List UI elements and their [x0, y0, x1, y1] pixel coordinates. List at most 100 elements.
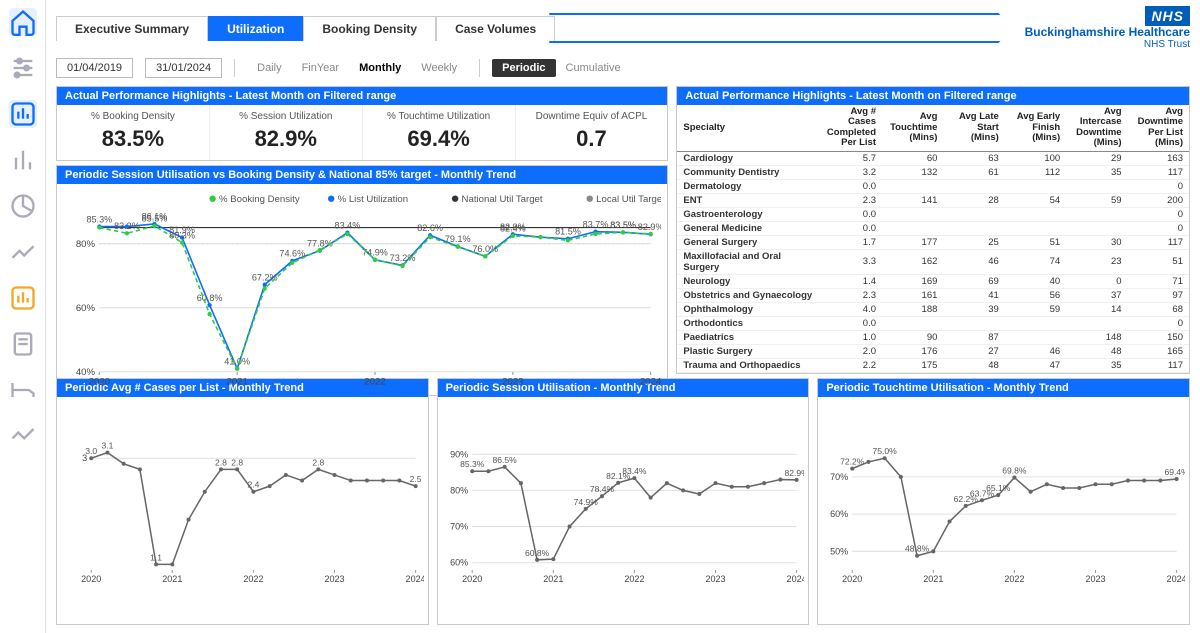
svg-text:82.9%: 82.9%: [784, 468, 804, 478]
svg-text:75.0%: 75.0%: [873, 446, 898, 456]
mode-periodic[interactable]: Periodic: [492, 59, 555, 77]
svg-text:2.8: 2.8: [231, 457, 243, 467]
table-row[interactable]: Gastroenterology0.00: [677, 207, 1189, 221]
svg-text:% Booking Density: % Booking Density: [219, 194, 300, 205]
tab-bar: Executive SummaryUtilizationBooking Dens…: [56, 6, 1190, 50]
col-header[interactable]: Avg Downtime Per List (Mins): [1128, 105, 1189, 151]
svg-text:2021: 2021: [226, 377, 247, 388]
home-icon[interactable]: [9, 8, 37, 36]
report-icon[interactable]: [9, 330, 37, 358]
svg-text:60.8%: 60.8%: [525, 548, 550, 558]
svg-text:2021: 2021: [924, 574, 944, 584]
filters-icon[interactable]: [9, 54, 37, 82]
svg-text:74.6%: 74.6%: [279, 249, 305, 259]
svg-text:60%: 60%: [76, 303, 96, 314]
svg-text:2020: 2020: [462, 574, 482, 584]
mode-cumulative[interactable]: Cumulative: [556, 59, 631, 77]
table-row[interactable]: Obstetrics and Gynaecology2.316141563797: [677, 288, 1189, 302]
chart-cases[interactable]: 3202020212022202320243.03.11.12.82.82.42…: [61, 399, 424, 622]
granularity-daily[interactable]: Daily: [247, 59, 291, 77]
table-row[interactable]: General Surgery1.7177255130117: [677, 235, 1189, 249]
chart-touch-title: Periodic Touchtime Utilisation - Monthly…: [818, 379, 1189, 397]
svg-text:80%: 80%: [450, 485, 468, 495]
table-row[interactable]: Urology2.5137455156166: [677, 372, 1189, 373]
svg-text:86.5%: 86.5%: [492, 455, 517, 465]
trend-icon[interactable]: [9, 422, 37, 450]
svg-text:80.3%: 80.3%: [169, 230, 195, 240]
chart-session[interactable]: 60%70%80%90%2020202120222023202485.3%86.…: [442, 399, 805, 622]
col-header[interactable]: Specialty: [677, 105, 820, 151]
table-row[interactable]: Ophthalmology4.018839591468: [677, 302, 1189, 316]
granularity-finyear[interactable]: FinYear: [292, 59, 350, 77]
col-header[interactable]: Avg Early Finish (Mins): [1005, 105, 1066, 151]
bar-chart-icon[interactable]: [9, 146, 37, 174]
brand-trust: NHS Trust: [1144, 39, 1190, 50]
col-header[interactable]: Avg Late Start (Mins): [943, 105, 1004, 151]
nhs-logo: NHS: [1145, 6, 1190, 26]
line-chart-icon[interactable]: [9, 238, 37, 266]
svg-text:1.1: 1.1: [150, 552, 162, 562]
table-row[interactable]: Dermatology0.00: [677, 179, 1189, 193]
date-from[interactable]: 01/04/2019: [56, 58, 133, 78]
specialty-table[interactable]: SpecialtyAvg # Cases Completed Per ListA…: [677, 105, 1189, 373]
svg-text:2023: 2023: [1086, 574, 1106, 584]
brand-block: NHS Buckinghamshire Healthcare NHS Trust: [1013, 6, 1190, 50]
svg-text:83.2%: 83.2%: [114, 221, 140, 231]
svg-text:74.9%: 74.9%: [362, 248, 388, 258]
table-row[interactable]: ENT2.3141285459200: [677, 193, 1189, 207]
svg-text:81.5%: 81.5%: [555, 226, 581, 236]
table-row[interactable]: Maxillofacial and Oral Surgery3.31624674…: [677, 249, 1189, 274]
tab-case-volumes[interactable]: Case Volumes: [436, 16, 555, 41]
pie-chart-icon[interactable]: [9, 192, 37, 220]
table-row[interactable]: Paediatrics1.09087148150: [677, 330, 1189, 344]
svg-text:2020: 2020: [89, 377, 110, 388]
svg-text:78.4%: 78.4%: [590, 484, 615, 494]
table-row[interactable]: Cardiology5.7606310029163: [677, 151, 1189, 165]
bed-icon[interactable]: [9, 376, 37, 404]
table-row[interactable]: Neurology1.41696940071: [677, 274, 1189, 288]
svg-text:2022: 2022: [243, 574, 263, 584]
chart-cases-card: Periodic Avg # Cases per List - Monthly …: [56, 378, 429, 625]
svg-text:82.4%: 82.4%: [500, 224, 526, 234]
col-header[interactable]: Avg Intercase Downtime (Mins): [1066, 105, 1127, 151]
svg-text:Local Util Target: Local Util Target: [596, 194, 661, 205]
chart-session-card: Periodic Session Utilisation - Monthly T…: [437, 378, 810, 625]
svg-text:2024: 2024: [1167, 574, 1185, 584]
table-row[interactable]: Community Dentistry3.21326111235117: [677, 165, 1189, 179]
svg-text:65.1%: 65.1%: [986, 483, 1011, 493]
svg-text:2022: 2022: [1005, 574, 1025, 584]
svg-text:2.4: 2.4: [247, 480, 259, 490]
filter-bar: 01/04/2019 31/01/2024 DailyFinYearMonthl…: [56, 54, 1190, 82]
kpi-card: Actual Performance Highlights - Latest M…: [56, 86, 668, 161]
svg-text:50%: 50%: [830, 546, 848, 556]
table-row[interactable]: Plastic Surgery2.0176274648165: [677, 344, 1189, 358]
main-chart-title: Periodic Session Utilisation vs Booking …: [57, 166, 667, 184]
kpi--touchtime-utilization: % Touchtime Utilization69.4%: [363, 105, 516, 160]
main-content: Executive SummaryUtilizationBooking Dens…: [46, 0, 1200, 633]
svg-text:85.5%: 85.5%: [142, 214, 168, 224]
svg-text:48.8%: 48.8%: [905, 544, 930, 554]
tab-booking-density[interactable]: Booking Density: [303, 16, 436, 41]
table-row[interactable]: Trauma and Orthopaedics2.2175484735117: [677, 358, 1189, 372]
tab-utilization[interactable]: Utilization: [208, 16, 303, 41]
col-header[interactable]: Avg Touchtime (Mins): [882, 105, 943, 151]
svg-text:79.1%: 79.1%: [445, 234, 471, 244]
granularity-weekly[interactable]: Weekly: [411, 59, 467, 77]
date-to[interactable]: 31/01/2024: [145, 58, 222, 78]
chart-touch[interactable]: 50%60%70%2020202120222023202472.2%75.0%4…: [822, 399, 1185, 622]
granularity-monthly[interactable]: Monthly: [349, 59, 411, 77]
table-row[interactable]: Orthodontics0.00: [677, 316, 1189, 330]
kpi-card-title: Actual Performance Highlights - Latest M…: [57, 87, 667, 105]
svg-text:2023: 2023: [705, 574, 725, 584]
kpi--session-utilization: % Session Utilization82.9%: [210, 105, 363, 160]
svg-text:2021: 2021: [162, 574, 182, 584]
dashboard-icon[interactable]: [9, 100, 37, 128]
svg-text:73.2%: 73.2%: [390, 253, 416, 263]
svg-text:77.8%: 77.8%: [307, 238, 333, 248]
col-header[interactable]: Avg # Cases Completed Per List: [821, 105, 882, 151]
table-row[interactable]: General Medicine0.00: [677, 221, 1189, 235]
svg-text:3.1: 3.1: [101, 441, 113, 451]
utilization-icon[interactable]: [9, 284, 37, 312]
main-chart[interactable]: % Booking Density% List UtilizationNatio…: [63, 188, 661, 391]
tab-executive-summary[interactable]: Executive Summary: [56, 16, 208, 41]
